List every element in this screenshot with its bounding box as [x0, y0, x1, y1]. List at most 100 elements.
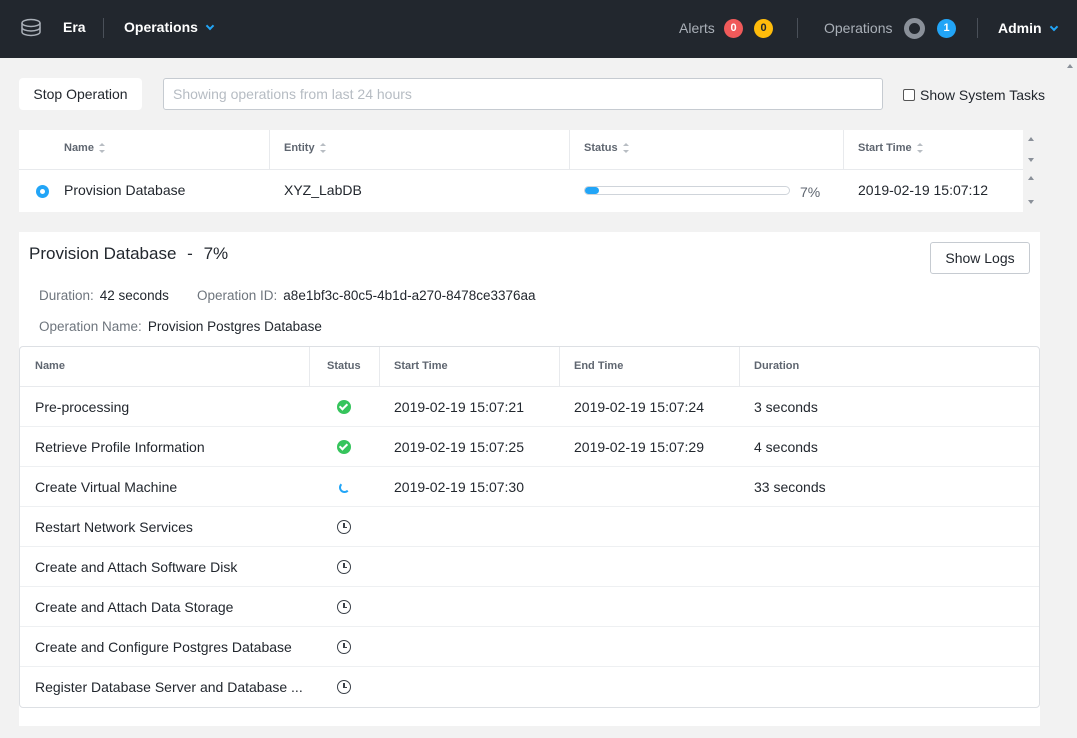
column-label: Entity — [284, 142, 315, 154]
step-name: Create and Attach Software Disk — [35, 559, 238, 575]
operation-name[interactable]: Provision Database — [64, 182, 185, 198]
chevron-down-icon — [1049, 22, 1058, 32]
operations-nav-menu[interactable]: Operations — [124, 19, 215, 35]
clock-icon — [337, 560, 351, 574]
clock-icon — [337, 680, 351, 694]
detail-title: Provision Database - 7% — [29, 244, 228, 264]
column-label: Status — [584, 142, 618, 154]
operation-id-value: a8e1bf3c-80c5-4b1d-a270-8478ce3376aa — [283, 288, 536, 303]
step-status — [336, 639, 352, 655]
table-row[interactable]: Retrieve Profile Information 2019-02-19 1… — [20, 427, 1039, 467]
table-row[interactable]: Create and Attach Data Storage — [20, 587, 1039, 627]
title-separator: - — [187, 244, 193, 263]
steps-table: Name Status Start Time End Time Duration… — [19, 346, 1040, 708]
app-name[interactable]: Era — [63, 19, 86, 35]
critical-alerts-badge[interactable]: 0 — [724, 19, 743, 38]
detail-progress-percent: 7% — [203, 244, 229, 263]
step-name: Retrieve Profile Information — [35, 439, 205, 455]
table-row[interactable]: Create and Configure Postgres Database — [20, 627, 1039, 667]
step-status — [336, 559, 352, 575]
column-divider — [379, 347, 380, 387]
stop-operation-button[interactable]: Stop Operation — [19, 78, 142, 110]
show-system-tasks-toggle[interactable]: Show System Tasks — [903, 87, 1045, 103]
user-menu-label: Admin — [998, 20, 1042, 36]
column-divider — [309, 347, 310, 387]
divider — [797, 18, 798, 38]
divider — [103, 18, 104, 38]
steps-table-header: Name Status Start Time End Time Duration — [20, 347, 1039, 387]
row-select-radio[interactable] — [36, 185, 49, 198]
page-scroll-up-icon[interactable] — [1067, 62, 1073, 68]
show-system-tasks-checkbox[interactable] — [903, 89, 915, 101]
step-name: Pre-processing — [35, 399, 130, 415]
operation-name-value: Provision Postgres Database — [147, 319, 322, 334]
table-row[interactable]: Pre-processing 2019-02-19 15:07:21 2019-02… — [20, 387, 1039, 427]
duration-field: Duration: 42 seconds — [39, 288, 169, 303]
column-header-start-time[interactable]: Start Time — [858, 142, 923, 154]
operations-count-badge[interactable]: 1 — [937, 19, 956, 38]
column-header-status[interactable]: Status — [584, 142, 629, 154]
column-header-entity[interactable]: Entity — [284, 142, 326, 154]
progress-fill — [585, 187, 600, 194]
duration-value: 42 seconds — [99, 288, 169, 303]
step-duration: 4 seconds — [754, 439, 818, 455]
step-name: Register Database Server and Database ..… — [35, 679, 303, 695]
step-name: Create and Configure Postgres Database — [35, 639, 292, 655]
column-divider — [569, 130, 570, 170]
clock-icon — [337, 600, 351, 614]
operations-search-input[interactable] — [163, 78, 883, 110]
steps-column-name: Name — [35, 360, 65, 372]
check-circle-icon — [337, 400, 351, 414]
sort-icon — [622, 143, 629, 153]
divider — [977, 18, 978, 38]
step-status — [336, 399, 352, 415]
step-duration: 33 seconds — [754, 479, 826, 495]
sort-icon — [319, 143, 326, 153]
step-start-time: 2019-02-19 15:07:21 — [394, 399, 524, 415]
show-system-tasks-label: Show System Tasks — [920, 87, 1046, 103]
row-scroll-down-icon[interactable] — [1028, 200, 1034, 204]
sort-icon — [98, 143, 105, 153]
table-row[interactable]: Restart Network Services — [20, 507, 1039, 547]
step-end-time: 2019-02-19 15:07:29 — [574, 439, 704, 455]
column-header-name[interactable]: Name — [64, 142, 105, 154]
database-logo-icon[interactable] — [20, 17, 42, 39]
operation-start-time: 2019-02-19 15:07:12 — [858, 182, 988, 198]
step-start-time: 2019-02-19 15:07:25 — [394, 439, 524, 455]
step-status — [336, 599, 352, 615]
step-status — [336, 679, 352, 695]
operations-progress-ring-icon[interactable] — [904, 18, 925, 39]
column-label: Start Time — [858, 142, 912, 154]
step-name: Restart Network Services — [35, 519, 193, 535]
user-menu[interactable]: Admin — [998, 20, 1058, 36]
table-scroll-up-icon[interactable] — [1028, 137, 1034, 141]
clock-icon — [337, 520, 351, 534]
table-scroll-down-icon[interactable] — [1028, 158, 1034, 162]
sort-icon — [916, 143, 923, 153]
step-status — [336, 519, 352, 535]
operations-status-label[interactable]: Operations — [824, 20, 892, 36]
column-label: Name — [64, 142, 94, 154]
table-row[interactable]: Create Virtual Machine 2019-02-19 15:07:3… — [20, 467, 1039, 507]
step-name: Create Virtual Machine — [35, 479, 178, 495]
operation-id-field: Operation ID: a8e1bf3c-80c5-4b1d-a270-847… — [197, 288, 536, 303]
table-header: Name Entity Status Start Time — [19, 130, 1023, 170]
row-scroll-up-icon[interactable] — [1028, 176, 1034, 180]
step-end-time: 2019-02-19 15:07:24 — [574, 399, 704, 415]
alerts-label[interactable]: Alerts — [679, 20, 715, 36]
column-divider — [559, 347, 560, 387]
operation-detail-panel: Provision Database - 7% Show Logs Durati… — [19, 232, 1040, 726]
operation-name-field: Operation Name: Provision Postgres Databa… — [39, 319, 322, 334]
warning-alerts-badge[interactable]: 0 — [754, 19, 773, 38]
operation-entity: XYZ_LabDB — [284, 182, 362, 198]
step-duration: 3 seconds — [754, 399, 818, 415]
operation-progress-bar — [584, 186, 790, 195]
chevron-down-icon — [205, 21, 215, 31]
clock-icon — [337, 640, 351, 654]
table-row[interactable]: Create and Attach Software Disk — [20, 547, 1039, 587]
show-logs-button[interactable]: Show Logs — [930, 242, 1030, 274]
step-name: Create and Attach Data Storage — [35, 599, 234, 615]
table-row[interactable]: Register Database Server and Database ..… — [20, 667, 1039, 707]
steps-column-end-time: End Time — [574, 360, 624, 372]
duration-label: Duration: — [39, 288, 94, 303]
